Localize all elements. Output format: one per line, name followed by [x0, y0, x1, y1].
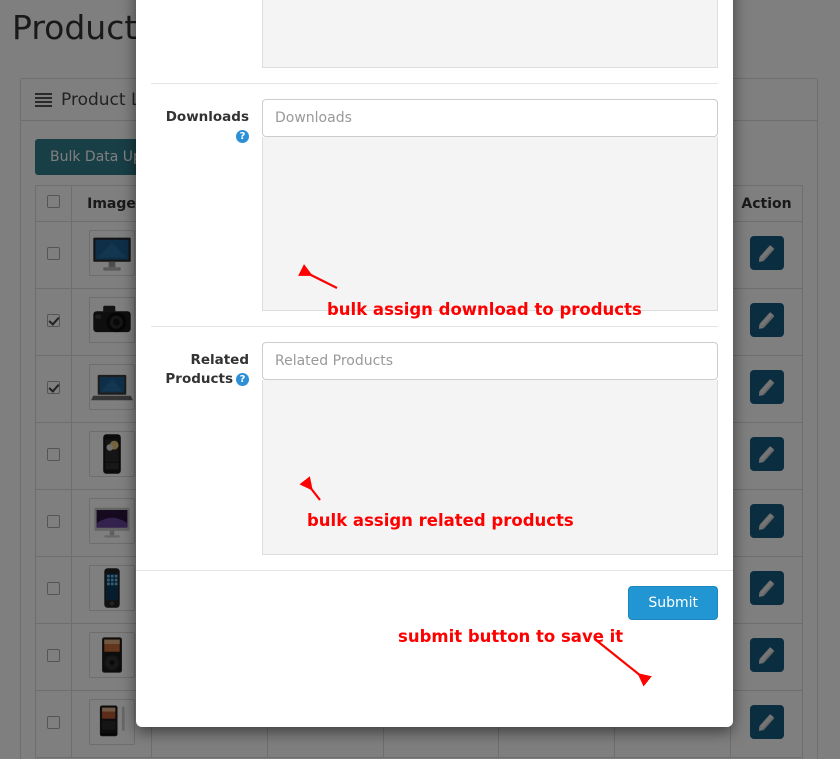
annotation-submit-text: submit button to save it	[398, 627, 624, 646]
related-products-row: Related Products? Related Products	[151, 326, 718, 570]
downloads-help-icon[interactable]: ?	[236, 130, 249, 143]
downloads-label: Downloads?	[151, 99, 262, 311]
stores-label: Stores	[151, 0, 262, 68]
related-products-help-icon[interactable]: ?	[236, 373, 249, 386]
submit-button[interactable]: Submit	[628, 586, 718, 620]
stores-row: Stores Default	[151, 0, 718, 83]
downloads-dropzone[interactable]	[262, 137, 718, 311]
downloads-field: Downloads	[262, 99, 718, 311]
stores-field: Default	[262, 0, 718, 68]
annotation-related-products-text: bulk assign related products	[307, 511, 574, 530]
downloads-row: Downloads? Downloads	[151, 83, 718, 326]
screenshot-root: Products Product List Bulk Data Update I…	[0, 0, 840, 759]
related-products-label: Related Products?	[151, 342, 262, 555]
bulk-data-update-modal: Stores Default Downloads? Downloads	[136, 0, 733, 727]
modal-body: Stores Default Downloads? Downloads	[136, 0, 733, 570]
stores-box[interactable]: Default	[262, 0, 718, 68]
related-products-label-line1: Related	[190, 352, 249, 368]
downloads-input[interactable]: Downloads	[262, 99, 718, 137]
related-products-input[interactable]: Related Products	[262, 342, 718, 380]
related-products-label-line2: Products	[165, 371, 233, 387]
annotation-downloads-text: bulk assign download to products	[327, 300, 642, 319]
downloads-label-text: Downloads	[165, 109, 249, 125]
modal-footer: Submit	[136, 570, 733, 635]
